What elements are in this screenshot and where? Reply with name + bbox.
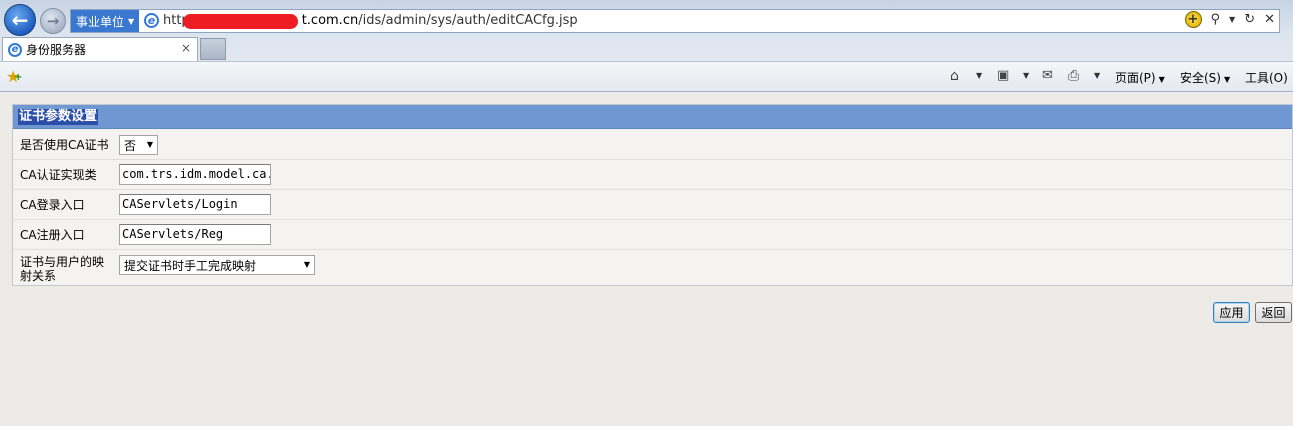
chevron-down-icon: ▼ — [303, 260, 310, 269]
form-label: CA登录入口 — [20, 198, 85, 212]
page-content: 证书参数设置 是否使用CA证书 否 ▼ CA认证实现类 com.trs.idm.… — [0, 93, 1293, 426]
chevron-down-icon[interactable]: ▼ — [976, 71, 982, 80]
form-label: CA注册入口 — [20, 228, 85, 242]
select-value: 否 — [124, 138, 137, 153]
form-row-ca-login: CA登录入口 CAServlets/Login — [13, 190, 1292, 220]
chevron-down-icon: ▼ — [128, 16, 135, 26]
form-label: 是否使用CA证书 — [20, 138, 109, 152]
select-value: 提交证书时手工完成映射 — [124, 258, 257, 273]
chevron-down-icon: ▼ — [1223, 75, 1231, 84]
site-tag-label: 事业单位 — [76, 14, 125, 29]
ie-logo-icon: e — [144, 13, 159, 28]
forward-button[interactable]: → — [40, 8, 66, 34]
form-row-mapping: 证书与用户的映射关系 提交证书时手工完成映射 ▼ — [13, 250, 1292, 285]
chevron-down-icon[interactable]: ▼ — [1229, 15, 1235, 24]
panel-title: 证书参数设置 — [18, 108, 99, 125]
command-bar: ★ ⌂ ▼ ▣ ▼ ✉ ⎙ ▼ 页面(P)▼ 安全(S)▼ 工具(O) — [0, 61, 1293, 92]
url-host: t.com.cn — [301, 13, 359, 28]
chevron-down-icon: ▼ — [1158, 75, 1165, 84]
form-row-ca-class: CA认证实现类 com.trs.idm.model.ca. — [13, 160, 1292, 190]
browser-chrome: ← → 事业单位 ▼ e http t.com.cn/ids/admin/sys/… — [0, 0, 1293, 93]
print-icon[interactable]: ⎙ — [1068, 68, 1079, 84]
panel-header: 证书参数设置 — [13, 105, 1292, 129]
new-tab-button[interactable] — [200, 38, 226, 60]
tab-row: e 身份服务器 × — [0, 36, 1293, 61]
use-ca-select[interactable]: 否 ▼ — [119, 135, 158, 155]
menu-safety[interactable]: 安全(S) ▼ — [1180, 69, 1230, 86]
menu-page-label: 页面(P) — [1115, 71, 1156, 85]
refresh-icon[interactable]: ↻ — [1244, 12, 1255, 27]
url-path: /ids/admin/sys/auth/editCACfg.jsp — [358, 13, 578, 28]
address-bar[interactable]: 事业单位 ▼ e http t.com.cn/ids/admin/sys/auth… — [70, 9, 1280, 33]
stop-icon[interactable]: ✕ — [1264, 12, 1275, 27]
chevron-down-icon: ▼ — [146, 140, 153, 149]
compatibility-icon[interactable]: + — [1184, 11, 1202, 28]
mail-icon[interactable]: ✉ — [1042, 68, 1053, 83]
back-button[interactable]: 返回 — [1255, 302, 1292, 323]
home-icon[interactable]: ⌂ — [950, 68, 959, 84]
site-tag-dropdown[interactable]: 事业单位 ▼ — [71, 10, 139, 32]
form-row-use-ca: 是否使用CA证书 否 ▼ — [13, 130, 1292, 160]
forward-arrow-icon: → — [46, 12, 60, 30]
ca-class-input[interactable]: com.trs.idm.model.ca. — [119, 164, 271, 185]
ca-settings-panel: 证书参数设置 是否使用CA证书 否 ▼ CA认证实现类 com.trs.idm.… — [12, 104, 1293, 286]
close-icon[interactable]: × — [181, 41, 191, 55]
form-row-ca-reg: CA注册入口 CAServlets/Reg — [13, 220, 1292, 250]
ie-logo-icon: e — [8, 42, 22, 57]
menu-tools[interactable]: 工具(O) — [1245, 69, 1288, 86]
mapping-select[interactable]: 提交证书时手工完成映射 ▼ — [119, 255, 315, 275]
back-arrow-icon: ← — [11, 8, 29, 32]
apply-button[interactable]: 应用 — [1213, 302, 1250, 323]
redaction-mark — [183, 14, 298, 29]
chevron-down-icon[interactable]: ▼ — [1094, 71, 1100, 80]
chevron-down-icon[interactable]: ▼ — [1023, 71, 1029, 80]
menu-tools-label: 工具(O) — [1245, 71, 1288, 85]
form-label: 证书与用户的映射关系 — [20, 255, 105, 283]
menu-safety-label: 安全(S) — [1180, 71, 1221, 85]
form-label: CA认证实现类 — [20, 168, 97, 182]
rss-icon[interactable]: ▣ — [997, 68, 1009, 83]
favorites-star-icon[interactable]: ★ — [6, 67, 23, 86]
menu-page[interactable]: 页面(P) ▼ — [1115, 69, 1165, 86]
tab-identity-server[interactable]: e 身份服务器 × — [2, 37, 198, 61]
back-button[interactable]: ← — [4, 4, 36, 36]
ca-login-input[interactable]: CAServlets/Login — [119, 194, 271, 215]
tab-title: 身份服务器 — [26, 43, 87, 57]
ca-reg-input[interactable]: CAServlets/Reg — [119, 224, 271, 245]
search-icon[interactable]: ⚲ — [1211, 12, 1221, 27]
address-tools: + ⚲ ▼ ↻ ✕ — [1184, 11, 1275, 28]
address-row: ← → 事业单位 ▼ e http t.com.cn/ids/admin/sys/… — [0, 0, 1293, 36]
